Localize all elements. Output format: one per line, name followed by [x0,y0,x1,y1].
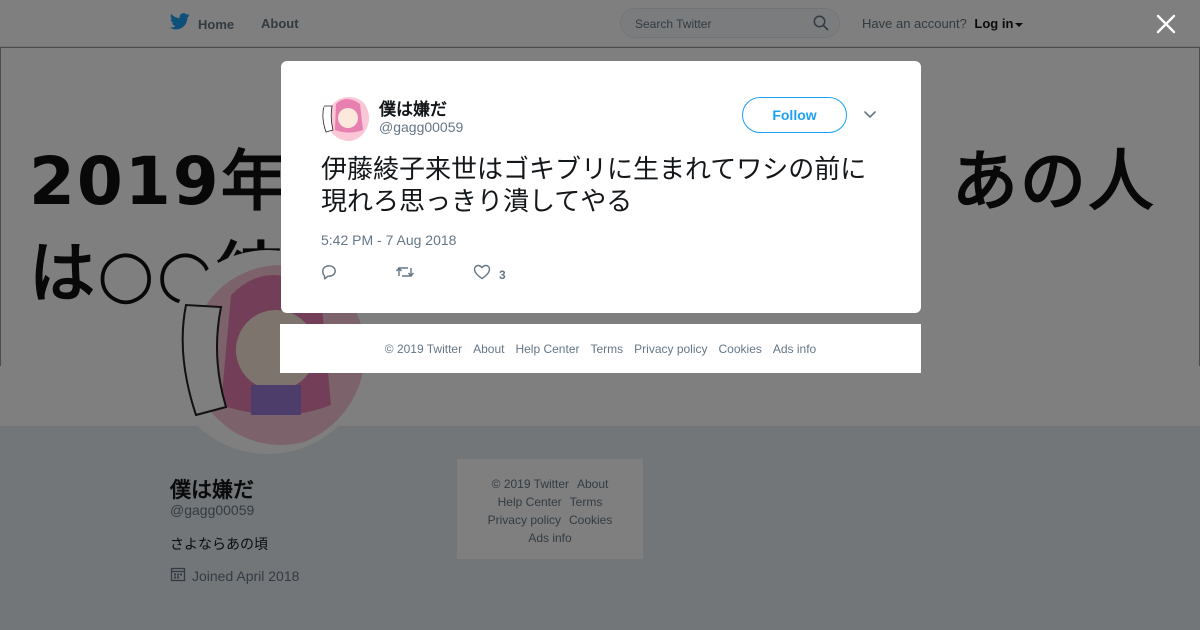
tweet-modal: 僕は嫌だ @gagg00059 Follow 伊藤綾子来世はゴキブリに生まれてワ… [281,61,921,313]
footer-copyright[interactable]: © 2019 Twitter [385,342,462,356]
heart-icon [473,264,491,285]
tweet-timestamp[interactable]: 5:42 PM - 7 Aug 2018 [321,232,456,248]
tweet-author-name[interactable]: 僕は嫌だ [379,95,447,120]
footer-ads-info[interactable]: Ads info [773,342,816,356]
modal-footer: © 2019 Twitter About Help Center Terms P… [280,324,921,373]
avatar-illustration-small [321,94,369,142]
tweet-author-avatar[interactable] [321,94,369,142]
retweet-icon [395,264,415,285]
tweet-actions: 3 [321,264,564,285]
like-count: 3 [499,267,506,282]
footer-terms[interactable]: Terms [590,342,623,356]
footer-cookies[interactable]: Cookies [719,342,762,356]
close-icon[interactable] [1154,12,1178,36]
retweet-button[interactable] [395,264,415,285]
tweet-text: 伊藤綾子来世はゴキブリに生まれてワシの前に現れろ思っきり潰してやる [321,155,867,217]
footer-help-center[interactable]: Help Center [515,342,579,356]
footer-privacy-policy[interactable]: Privacy policy [634,342,707,356]
reply-button[interactable] [321,264,337,285]
tweet-author-handle[interactable]: @gagg00059 [379,119,463,135]
footer-about[interactable]: About [473,342,504,356]
reply-icon [321,264,337,285]
chevron-down-icon[interactable] [863,107,877,125]
follow-button[interactable]: Follow [742,97,847,133]
like-button[interactable]: 3 [473,264,506,285]
